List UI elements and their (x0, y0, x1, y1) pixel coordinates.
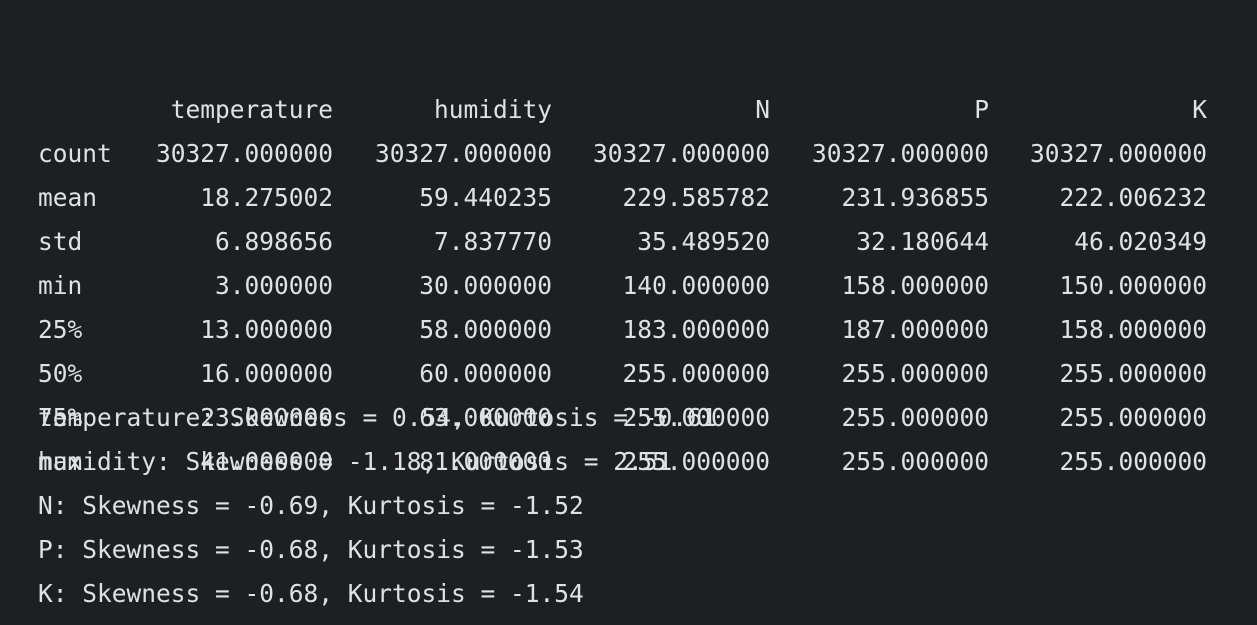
table-row: min 3.000000 30.000000 140.000000 158.00… (0, 176, 1257, 300)
table-cell: 255.000000 (1059, 447, 1207, 476)
stat-line-p: P: Skewness = -0.68, Kurtosis = -1.53 (38, 535, 584, 564)
table-row: 50% 16.000000 60.000000 255.000000 255.0… (0, 264, 1257, 388)
table-row: 25% 13.000000 58.000000 183.000000 187.0… (0, 220, 1257, 344)
stat-line-humidity: humidity: Skewness = -1.18, Kurtosis = 2… (38, 447, 673, 476)
table-row: 75% 23.000000 63.000000 255.000000 255.0… (0, 308, 1257, 432)
console-output: temperature humidity N P K count 30327.0… (0, 0, 1257, 625)
stat-line-k: K: Skewness = -0.68, Kurtosis = -1.54 (38, 579, 584, 608)
stat-line-n: N: Skewness = -0.69, Kurtosis = -1.52 (38, 491, 584, 520)
table-header-row: temperature humidity N P K (0, 0, 1257, 124)
stat-line-temperature: temperature: Skewness = 0.54, Kurtosis =… (38, 403, 717, 432)
table-row: count 30327.000000 30327.000000 30327.00… (0, 44, 1257, 168)
table-row: std 6.898656 7.837770 35.489520 32.18064… (0, 132, 1257, 256)
table-row: max 41.000000 81.000000 255.000000 255.0… (0, 352, 1257, 476)
table-cell: 255.000000 (841, 447, 989, 476)
table-row: mean 18.275002 59.440235 229.585782 231.… (0, 88, 1257, 212)
